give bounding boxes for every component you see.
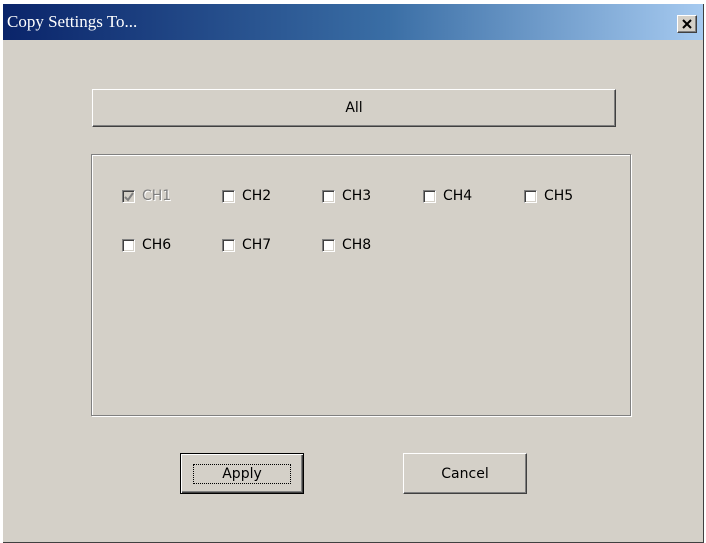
channel-groupbox: CH1 CH2 CH3 CH4 CH5 CH6 CH7 CH8 <box>91 154 631 416</box>
checkbox-ch3[interactable]: CH3 <box>322 186 371 206</box>
checkbox-label[interactable]: CH8 <box>342 237 371 253</box>
close-icon <box>682 19 692 29</box>
checkbox-label[interactable]: CH5 <box>544 188 573 204</box>
checkbox-ch2[interactable]: CH2 <box>222 186 271 206</box>
checkbox-box[interactable] <box>524 189 537 203</box>
checkbox-box[interactable] <box>222 189 235 203</box>
checkbox-ch7[interactable]: CH7 <box>222 235 271 255</box>
checkbox-ch6[interactable]: CH6 <box>122 235 171 255</box>
dialog-title: Copy Settings To... <box>7 12 138 31</box>
all-button[interactable]: All <box>92 89 616 127</box>
checkbox-label[interactable]: CH4 <box>443 188 472 204</box>
checkbox-label[interactable]: CH2 <box>242 188 271 204</box>
checkbox-ch1: CH1 <box>122 186 171 206</box>
checkbox-box <box>122 189 135 203</box>
checkbox-label: CH1 <box>142 188 172 204</box>
checkmark-icon <box>124 191 134 202</box>
title-bar[interactable]: Copy Settings To... <box>3 4 703 40</box>
all-button-label: All <box>345 100 363 116</box>
cancel-button-label: Cancel <box>441 465 489 482</box>
cancel-button[interactable]: Cancel <box>403 453 527 494</box>
checkbox-box[interactable] <box>322 189 335 203</box>
checkbox-label[interactable]: CH6 <box>142 237 171 253</box>
apply-button-label: Apply <box>193 463 291 484</box>
checkbox-label[interactable]: CH3 <box>342 188 371 204</box>
checkbox-ch4[interactable]: CH4 <box>423 186 472 206</box>
close-button[interactable] <box>677 15 697 33</box>
checkbox-box[interactable] <box>222 238 235 252</box>
checkbox-ch8[interactable]: CH8 <box>322 235 371 255</box>
copy-settings-dialog: Copy Settings To... All CH1 CH2 CH3 CH4 … <box>2 3 703 542</box>
checkbox-box[interactable] <box>122 238 135 252</box>
apply-button[interactable]: Apply <box>180 453 304 494</box>
checkbox-ch5[interactable]: CH5 <box>524 186 573 206</box>
checkbox-box[interactable] <box>423 189 436 203</box>
checkbox-box[interactable] <box>322 238 335 252</box>
checkbox-label[interactable]: CH7 <box>242 237 271 253</box>
